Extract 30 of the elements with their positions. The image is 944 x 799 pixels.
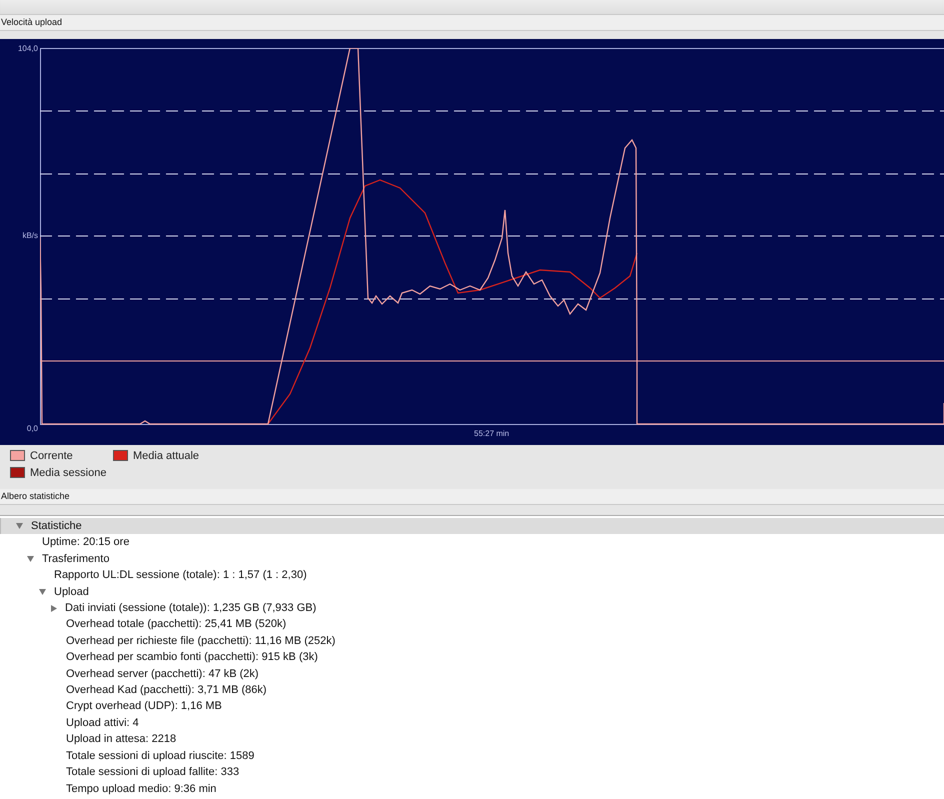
tree-item[interactable]: Overhead totale (pacchetti): 25,41 MB (520k): [66, 616, 286, 633]
tree-item[interactable]: Overhead per scambio fonti (pacchetti): 915 kB (3k): [66, 649, 318, 666]
tree-item[interactable]: Dati inviati (sessione (totale)): 1,235 GB (7,933 GB): [65, 600, 316, 616]
legend-label: Media attuale: [133, 450, 200, 462]
tree-item[interactable]: Upload attivi: 4: [66, 714, 139, 732]
tree-item[interactable]: Upload: [54, 584, 89, 600]
axis-label: 0,0: [26, 423, 38, 435]
tree-item[interactable]: Upload in attesa: 2218: [66, 731, 176, 748]
expanded-arrow-icon[interactable]: [16, 523, 23, 530]
collapsed-arrow-icon[interactable]: [51, 604, 57, 612]
tree-item[interactable]: Overhead server (pacchetti): 47 kB (2k): [66, 666, 259, 682]
axis-label: 55:27 min: [474, 428, 510, 440]
axis-label: 104,0: [18, 43, 38, 55]
expanded-arrow-icon[interactable]: [27, 556, 34, 562]
tree-item[interactable]: Overhead per richieste file (pacchetti): 11,16 MB (252k): [66, 632, 336, 650]
tree-item[interactable]: Totale sessioni di upload fallite: 333: [66, 764, 240, 780]
tree-item[interactable]: Rapporto UL:DL sessione (totale): 1 : 1,57 (1 : 2,30): [54, 567, 307, 584]
tree-item[interactable]: Uptime: 20:15 ore: [42, 534, 130, 551]
tree-item[interactable]: Trasferimento: [42, 550, 110, 568]
tree-item[interactable]: Tempo upload medio: 9:36 min: [66, 780, 216, 797]
section-title: Velocità upload: [0, 15, 944, 31]
tree-item[interactable]: Totale sessioni di upload riuscite: 1589: [66, 748, 254, 764]
legend-label: Media sessione: [30, 466, 106, 478]
tree-item[interactable]: Statistiche: [31, 518, 82, 534]
expanded-arrow-icon[interactable]: [39, 588, 46, 595]
section-title: Albero statistiche: [0, 489, 944, 505]
axis-label: kB/s: [22, 230, 38, 242]
tree-item[interactable]: Overhead Kad (pacchetti): 3,71 MB (86k): [66, 682, 267, 698]
legend-label: Corrente: [30, 450, 73, 462]
tree-item[interactable]: Crypt overhead (UDP): 1,16 MB: [66, 698, 222, 715]
